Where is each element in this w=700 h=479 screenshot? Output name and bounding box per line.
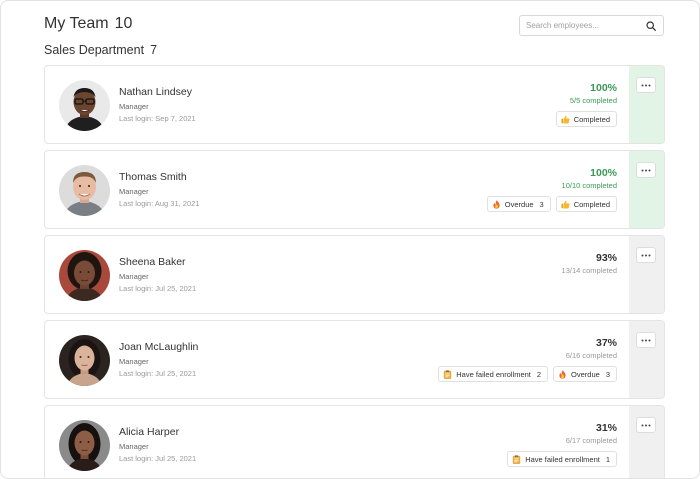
employee-role: Manager <box>119 357 149 366</box>
team-count: 10 <box>114 15 133 32</box>
employee-name[interactable]: Nathan Lindsey <box>119 86 192 98</box>
badge-label: Have failed enrollment <box>456 369 531 379</box>
badge-group: Have failed enrollment 1 <box>507 451 617 467</box>
clipboard-icon <box>512 454 521 464</box>
department-title-text: Sales Department <box>44 43 145 57</box>
last-login: Last login: Sep 7, 2021 <box>119 114 196 123</box>
employee-role: Manager <box>119 187 149 196</box>
more-options-button[interactable] <box>636 77 656 93</box>
last-login: Last login: Jul 25, 2021 <box>119 369 197 378</box>
employee-card[interactable]: Joan McLaughlin Manager Last login: Jul … <box>44 320 665 399</box>
employee-card[interactable]: Nathan Lindsey Manager Last login: Sep 7… <box>44 65 665 144</box>
employee-list: Nathan Lindsey Manager Last login: Sep 7… <box>44 65 665 478</box>
avatar <box>59 420 110 471</box>
fire-icon <box>558 369 567 379</box>
badge-group: Overdue 3 Completed <box>486 196 617 212</box>
thumbs-up-icon <box>561 200 570 209</box>
more-options-button[interactable] <box>636 332 656 348</box>
badge-label: Overdue <box>504 199 534 209</box>
status-badge[interactable]: Completed <box>555 196 617 212</box>
employee-name[interactable]: Joan McLaughlin <box>119 341 198 353</box>
badge-label: Completed <box>573 114 610 124</box>
last-login: Last login: Jul 25, 2021 <box>119 454 197 463</box>
ellipsis-icon <box>641 339 651 341</box>
more-options-button[interactable] <box>636 162 656 178</box>
badge-label: Have failed enrollment <box>525 454 600 464</box>
employee-role: Manager <box>119 442 149 451</box>
search-icon[interactable] <box>645 20 657 32</box>
badge-label: Completed <box>573 199 610 209</box>
avatar <box>59 335 110 386</box>
avatar <box>59 165 110 216</box>
more-options-button[interactable] <box>636 247 656 263</box>
employee-role: Manager <box>119 102 149 111</box>
ellipsis-icon <box>641 424 651 426</box>
fire-icon <box>492 199 501 209</box>
ellipsis-icon <box>641 254 651 256</box>
badge-label: Overdue <box>571 369 600 379</box>
avatar <box>59 80 110 131</box>
search-input[interactable] <box>526 21 645 30</box>
status-badge[interactable]: Overdue 3 <box>486 196 551 212</box>
employee-card[interactable]: Sheena Baker Manager Last login: Jul 25,… <box>44 235 665 314</box>
employee-name[interactable]: Alicia Harper <box>119 426 179 438</box>
app-frame: My Team 10 Sales Department 7 Search emp… <box>0 0 700 479</box>
ellipsis-icon <box>641 169 651 171</box>
completion-count: 6/16 completed <box>565 351 617 360</box>
badge-group: Have failed enrollment 2 Overdue 3 <box>438 366 617 382</box>
badge-count: 1 <box>605 454 610 464</box>
completion-count: 13/14 completed <box>561 266 617 275</box>
completion-percent: 100% <box>590 82 617 94</box>
employee-name[interactable]: Thomas Smith <box>119 171 187 183</box>
employee-role: Manager <box>119 272 149 281</box>
completion-count: 6/17 completed <box>565 436 617 445</box>
completion-count: 5/5 completed <box>569 96 617 105</box>
page-title-text: My Team <box>44 15 109 32</box>
completion-count: 10/10 completed <box>561 181 617 190</box>
status-badge[interactable]: Overdue 3 <box>553 366 617 382</box>
clipboard-icon <box>443 369 452 379</box>
status-badge[interactable]: Completed <box>555 111 617 127</box>
department-count: 7 <box>150 43 158 57</box>
employee-card[interactable]: Thomas Smith Manager Last login: Aug 31,… <box>44 150 665 229</box>
employee-name[interactable]: Sheena Baker <box>119 256 186 268</box>
avatar <box>59 250 110 301</box>
status-badge[interactable]: Have failed enrollment 2 <box>438 366 549 382</box>
completion-percent: 100% <box>590 167 617 179</box>
page-title: My Team 10 <box>44 15 132 33</box>
last-login: Last login: Jul 25, 2021 <box>119 284 197 293</box>
badge-count: 2 <box>536 369 542 379</box>
completion-percent: 37% <box>595 337 617 349</box>
completion-percent: 31% <box>595 422 617 434</box>
status-badge[interactable]: Have failed enrollment 1 <box>507 451 617 467</box>
badge-group: Completed <box>555 111 617 127</box>
search-box <box>519 15 664 36</box>
last-login: Last login: Aug 31, 2021 <box>119 199 200 208</box>
badge-count: 3 <box>605 369 610 379</box>
badge-count: 3 <box>539 199 544 209</box>
ellipsis-icon <box>641 84 651 86</box>
thumbs-up-icon <box>561 115 570 124</box>
more-options-button[interactable] <box>636 417 656 433</box>
employee-card[interactable]: Alicia Harper Manager Last login: Jul 25… <box>44 405 665 478</box>
department-title: Sales Department 7 <box>44 43 157 57</box>
completion-percent: 93% <box>595 252 617 264</box>
